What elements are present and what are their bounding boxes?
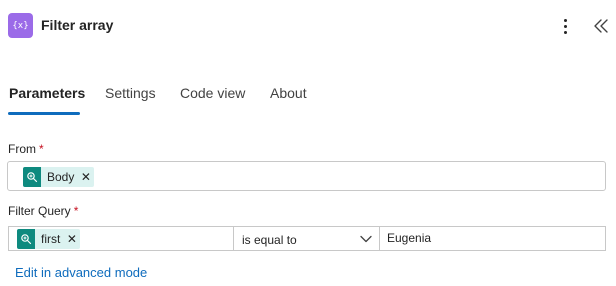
remove-token-icon[interactable]: ✕: [80, 170, 94, 184]
remove-token-icon[interactable]: ✕: [66, 232, 80, 246]
tab-settings[interactable]: Settings: [105, 85, 156, 101]
operator-value: is equal to: [242, 233, 297, 247]
filter-query-right-operand[interactable]: [380, 226, 606, 251]
active-tab-indicator: [8, 112, 80, 115]
dynamic-content-icon: [17, 229, 35, 249]
panel-header: {x} Filter array: [0, 0, 616, 52]
first-token[interactable]: first ✕: [17, 229, 81, 249]
tab-about[interactable]: About: [270, 85, 307, 101]
dynamic-content-icon: [23, 167, 41, 187]
filter-query-label-text: Filter Query: [8, 204, 71, 218]
more-options-dot: [563, 24, 567, 28]
from-label: From *: [8, 142, 44, 156]
double-chevron-left-icon: [594, 19, 608, 33]
panel-title: Filter array: [41, 17, 114, 33]
chevron-down-icon: [360, 235, 372, 243]
filter-action-icon-glyph: {x}: [12, 20, 29, 31]
required-marker: *: [73, 204, 79, 218]
more-options-dot: [563, 18, 567, 22]
tab-bar: Parameters Settings Code view About: [0, 80, 616, 116]
edit-advanced-mode-link[interactable]: Edit in advanced mode: [15, 265, 147, 280]
operator-dropdown[interactable]: is equal to: [233, 226, 380, 251]
collapse-panel-button[interactable]: [591, 14, 611, 38]
from-input[interactable]: Body ✕: [7, 161, 606, 191]
first-token-label: first: [41, 232, 61, 246]
more-options-dot: [563, 30, 567, 34]
body-token-label: Body: [47, 170, 75, 184]
from-label-text: From: [8, 142, 36, 156]
required-marker: *: [39, 142, 44, 156]
more-options-button[interactable]: [555, 14, 575, 38]
right-operand-input[interactable]: [387, 227, 587, 249]
filter-query-label: Filter Query *: [8, 204, 78, 218]
tab-code-view[interactable]: Code view: [180, 85, 245, 101]
tab-parameters[interactable]: Parameters: [9, 85, 85, 101]
filter-action-icon: {x}: [8, 13, 33, 38]
filter-query-left-operand[interactable]: first ✕: [8, 226, 233, 251]
body-token[interactable]: Body ✕: [23, 167, 95, 187]
